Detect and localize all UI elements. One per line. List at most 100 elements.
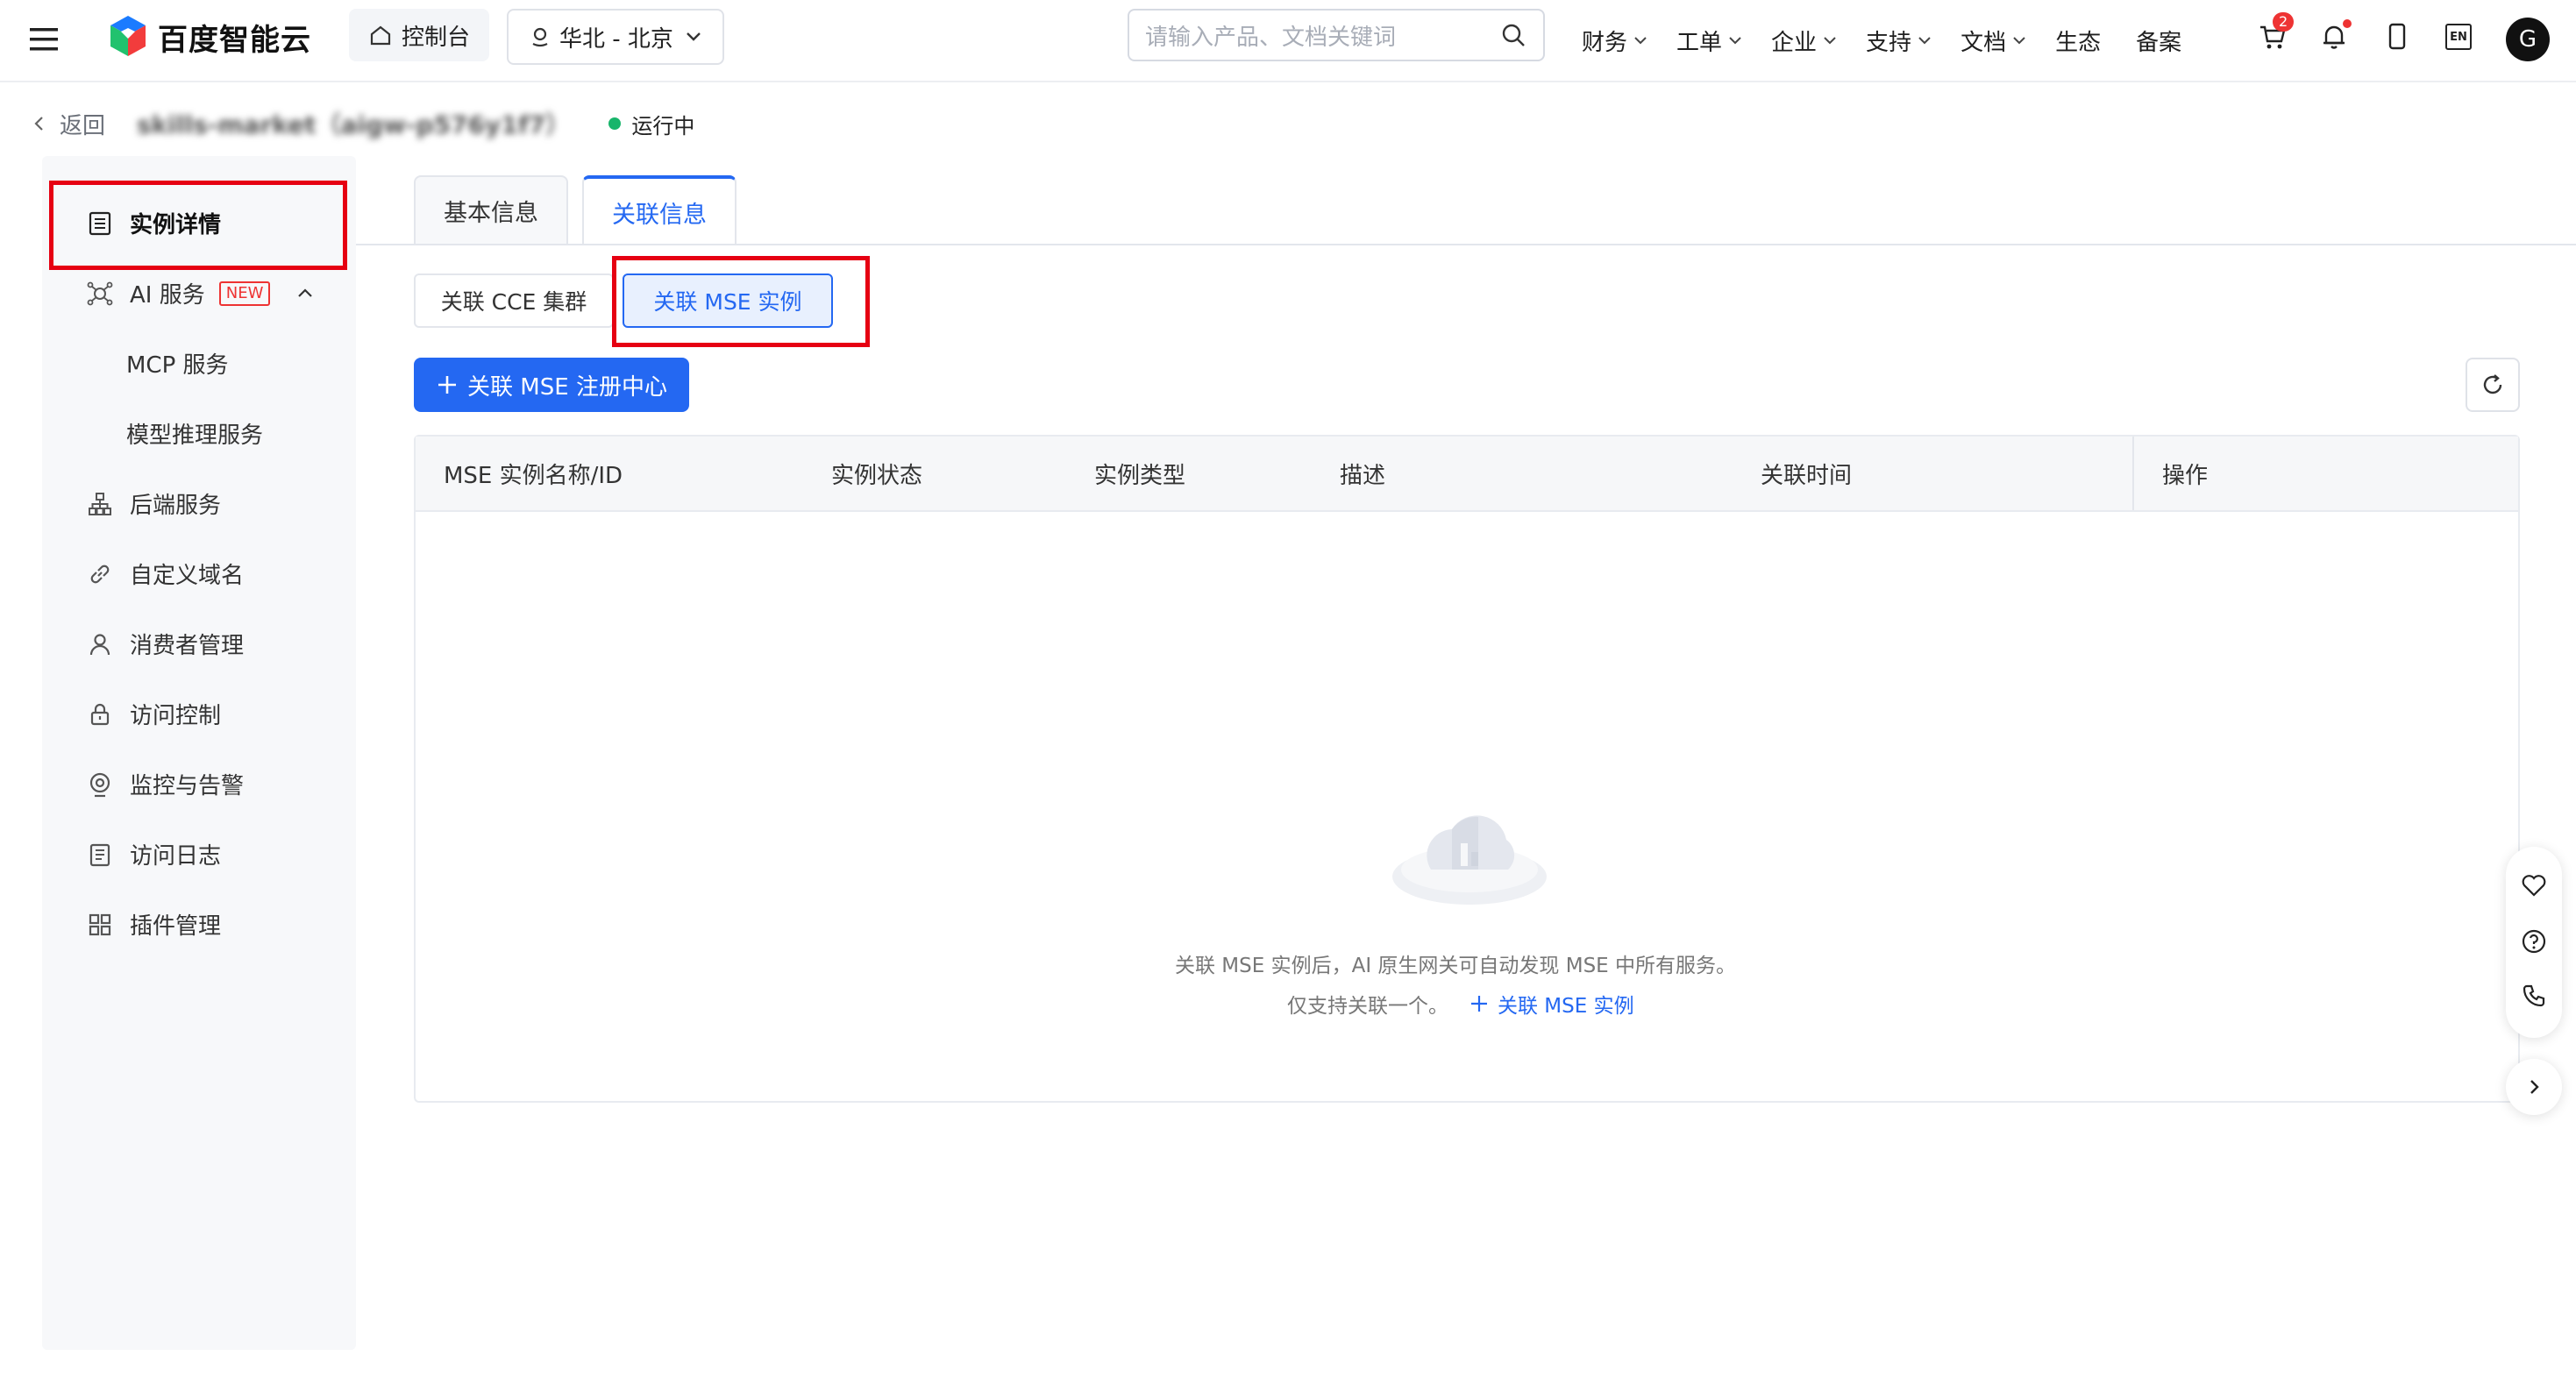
- sidebar: 实例详情 AI 服务 NEW MCP 服务 模型推理服务 后端服务 自定义域名 …: [42, 156, 356, 1350]
- breadcrumb: 返回 skills-market（aigw-p576y1f7） 运行中: [30, 105, 694, 142]
- status-badge: 运行中: [608, 109, 694, 139]
- hierarchy-icon: [86, 490, 114, 518]
- instance-name: skills-market（aigw-p576y1f7）: [137, 110, 571, 139]
- empty-state-description: 关联 MSE 实例后，AI 原生网关可自动发现 MSE 中所有服务。: [1175, 955, 1737, 977]
- user-icon: [86, 630, 114, 658]
- mobile-button[interactable]: [2378, 18, 2416, 56]
- region-selector[interactable]: 华北 - 北京: [507, 9, 724, 65]
- highlight-box-instance-detail: [49, 181, 347, 270]
- nav-ticket-label: 工单: [1676, 29, 1723, 56]
- favorite-button[interactable]: [2520, 871, 2548, 899]
- status-text: 运行中: [631, 113, 695, 138]
- nav-support-label: 支持: [1866, 29, 1912, 56]
- contact-button[interactable]: [2520, 982, 2548, 1010]
- brand-logo[interactable]: 百度智能云: [107, 14, 311, 60]
- sidebar-item-custom-domain[interactable]: 自定义域名: [86, 557, 244, 590]
- nav-finance[interactable]: 财务: [1582, 25, 1648, 57]
- refresh-icon: [2483, 374, 2502, 394]
- highlight-box-mse-segment: [612, 256, 870, 347]
- console-label: 控制台: [402, 24, 471, 51]
- segment-cce-cluster[interactable]: 关联 CCE 集群: [414, 273, 614, 328]
- column-header-type: 实例类型: [1094, 462, 1186, 489]
- notification-button[interactable]: [2315, 18, 2353, 56]
- search-placeholder: 请输入产品、文档关键词: [1145, 24, 1397, 51]
- sidebar-item-model-inference[interactable]: 模型推理服务: [126, 417, 263, 450]
- sidebar-item-monitoring-alerts[interactable]: 监控与告警: [86, 768, 244, 800]
- language-label: EN: [2445, 24, 2472, 50]
- tab-associated-info[interactable]: 关联信息: [582, 175, 737, 245]
- cart-button[interactable]: 2: [2253, 12, 2295, 56]
- sidebar-item-label: 监控与告警: [130, 773, 245, 799]
- cube-logo-icon: [110, 16, 146, 56]
- chevron-down-icon: [1918, 37, 1931, 45]
- tab-basic-info[interactable]: 基本信息: [414, 175, 568, 244]
- back-link[interactable]: 返回: [30, 108, 105, 140]
- sidebar-item-label: 消费者管理: [130, 633, 245, 659]
- sidebar-item-backend-service[interactable]: 后端服务: [86, 487, 221, 520]
- associate-mse-instance-link-label: 关联 MSE 实例: [1498, 995, 1634, 1018]
- nav-menu: 财务 工单 企业 支持 文档 生态 备案: [1582, 21, 2181, 60]
- chevron-down-icon: [1729, 37, 1741, 45]
- chevron-down-icon: [1634, 37, 1647, 45]
- notification-dot: [2343, 19, 2352, 28]
- nav-filing[interactable]: 备案: [2136, 25, 2181, 57]
- column-divider: [2132, 437, 2134, 510]
- chevron-down-icon: [687, 32, 701, 41]
- phone-icon: [2523, 984, 2545, 1007]
- column-header-actions: 操作: [2162, 462, 2209, 489]
- cart-count-badge: 2: [2273, 12, 2295, 32]
- nav-ticket[interactable]: 工单: [1676, 25, 1743, 57]
- sidebar-item-mcp-service[interactable]: MCP 服务: [126, 347, 229, 380]
- plus-icon: [438, 376, 457, 394]
- sidebar-item-label: 自定义域名: [130, 563, 245, 589]
- associate-mse-instance-link[interactable]: 关联 MSE 实例: [1469, 989, 1634, 1019]
- associate-mse-registry-button[interactable]: 关联 MSE 注册中心: [414, 358, 689, 412]
- nav-support[interactable]: 支持: [1866, 25, 1932, 57]
- user-avatar[interactable]: G: [2506, 18, 2550, 61]
- console-button[interactable]: 控制台: [349, 9, 490, 61]
- sidebar-item-plugin-management[interactable]: 插件管理: [86, 908, 221, 941]
- help-button[interactable]: [2520, 927, 2548, 955]
- refresh-button[interactable]: [2466, 358, 2520, 412]
- log-icon: [86, 841, 114, 869]
- nav-enterprise[interactable]: 企业: [1771, 25, 1838, 57]
- chevron-down-icon: [1824, 37, 1836, 45]
- plus-icon: [1471, 996, 1487, 1012]
- ai-icon: [86, 280, 114, 308]
- search-icon[interactable]: [1499, 21, 1527, 49]
- sidebar-item-ai-service[interactable]: AI 服务 NEW: [86, 277, 316, 309]
- back-label: 返回: [60, 112, 106, 139]
- table-header: MSE 实例名称/ID 实例状态 实例类型 描述 关联时间 操作: [416, 437, 2518, 512]
- chevron-up-icon[interactable]: [295, 283, 316, 304]
- column-header-associated-time: 关联时间: [1761, 462, 1853, 489]
- chevron-down-icon: [2013, 37, 2025, 45]
- mse-instance-table: MSE 实例名称/ID 实例状态 实例类型 描述 关联时间 操作 关联 MSE …: [414, 435, 2520, 1103]
- nav-docs[interactable]: 文档: [1960, 25, 2027, 57]
- brand-name: 百度智能云: [158, 22, 311, 58]
- new-badge: NEW: [218, 281, 271, 306]
- expand-side-panel-button[interactable]: [2506, 1059, 2562, 1115]
- hamburger-menu-icon[interactable]: [26, 21, 63, 58]
- language-toggle[interactable]: EN: [2439, 18, 2478, 56]
- column-header-name: MSE 实例名称/ID: [444, 462, 623, 489]
- lock-icon: [86, 700, 114, 728]
- top-navigation-bar: 百度智能云 控制台 华北 - 北京 请输入产品、文档关键词 财务 工单 企业 支…: [0, 0, 2576, 82]
- nav-ecosystem[interactable]: 生态: [2055, 25, 2101, 57]
- heart-icon: [2522, 875, 2546, 897]
- chevron-right-icon: [2530, 1080, 2539, 1094]
- floating-help-panel: [2506, 847, 2562, 1038]
- search-input[interactable]: 请输入产品、文档关键词: [1128, 9, 1545, 61]
- region-label: 华北 - 北京: [559, 25, 673, 53]
- associate-mse-registry-label: 关联 MSE 注册中心: [467, 373, 667, 401]
- question-icon: [2522, 929, 2546, 954]
- sidebar-item-consumer-management[interactable]: 消费者管理: [86, 628, 244, 660]
- mobile-phone-icon: [2388, 23, 2406, 50]
- sidebar-item-access-control[interactable]: 访问控制: [86, 698, 221, 730]
- sidebar-item-label: 插件管理: [130, 913, 222, 940]
- home-icon: [370, 25, 391, 46]
- nav-enterprise-label: 企业: [1771, 29, 1818, 56]
- chevron-left-icon: [34, 117, 43, 131]
- sidebar-item-access-log[interactable]: 访问日志: [86, 838, 221, 870]
- tab-divider: [356, 244, 2576, 245]
- link-icon: [86, 560, 114, 588]
